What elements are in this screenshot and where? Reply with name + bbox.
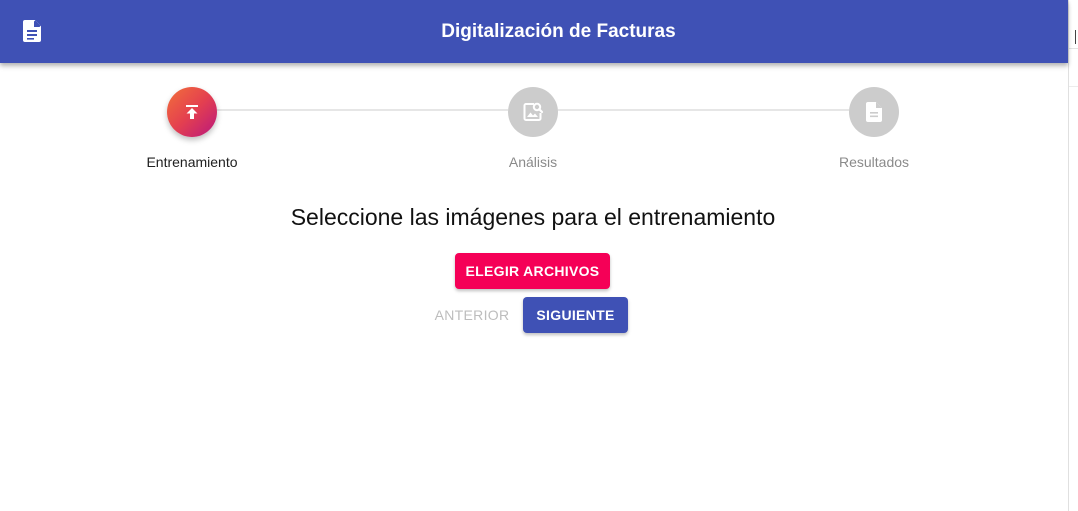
step-resultados[interactable]	[849, 87, 899, 137]
next-button[interactable]: SIGUIENTE	[523, 297, 628, 333]
step-connector	[217, 109, 508, 111]
app-root: Digitalización de Facturas Entrenamiento	[0, 0, 1068, 511]
choose-files-button[interactable]: ELEGIR ARCHIVOS	[455, 253, 610, 289]
image-search-icon	[523, 102, 544, 121]
side-panel-edge	[1068, 0, 1078, 511]
app-bar: Digitalización de Facturas	[0, 0, 1068, 63]
upload-icon	[186, 105, 198, 119]
divider	[1069, 86, 1078, 87]
step-connector	[558, 109, 849, 111]
document-icon	[866, 102, 882, 122]
viewport: Digitalización de Facturas Entrenamiento	[0, 0, 1078, 511]
step-entrenamiento[interactable]	[167, 87, 217, 137]
step-label-entrenamiento: Entrenamiento	[146, 154, 238, 170]
page-heading: Seleccione las imágenes para el entrenam…	[290, 204, 776, 230]
stepper: Entrenamiento Análisis Resultados	[0, 63, 1068, 183]
step-label-analisis: Análisis	[508, 154, 558, 170]
step-analisis[interactable]	[508, 87, 558, 137]
step-label-resultados: Resultados	[838, 154, 910, 170]
app-title: Digitalización de Facturas	[441, 21, 676, 42]
previous-button[interactable]: ANTERIOR	[430, 297, 514, 333]
